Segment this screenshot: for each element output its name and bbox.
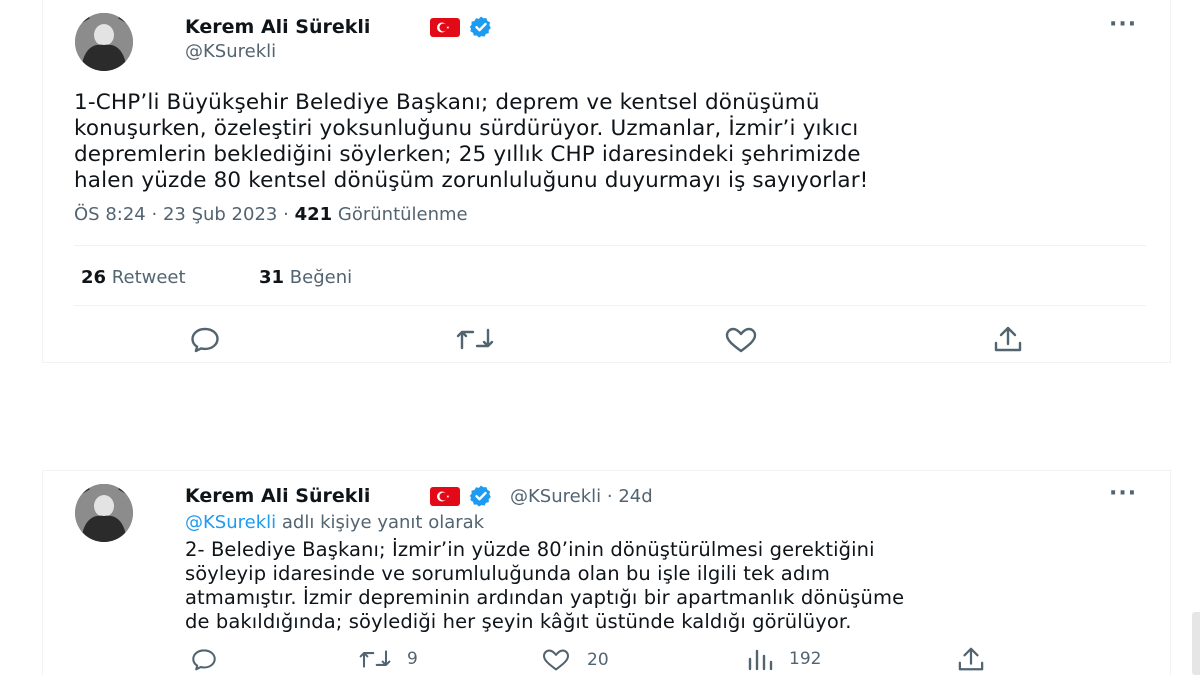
views-icon bbox=[748, 649, 773, 671]
like-icon bbox=[725, 327, 757, 353]
author-name[interactable]: Kerem Ali Sürekli bbox=[185, 485, 370, 507]
tweet-age[interactable]: 24d bbox=[618, 486, 652, 507]
like-icon bbox=[542, 649, 570, 671]
page: Kerem Ali Sürekli @KSurekli ··· 1-CHP’li… bbox=[0, 0, 1200, 675]
retweet-count: 9 bbox=[407, 649, 418, 669]
retweet-button[interactable]: 9 bbox=[357, 648, 418, 670]
divider bbox=[74, 245, 1146, 246]
share-icon bbox=[958, 647, 984, 671]
share-button[interactable] bbox=[991, 325, 1025, 353]
separator: · bbox=[151, 204, 158, 225]
reply-context-text: adlı kişiye yanıt olarak bbox=[281, 512, 485, 533]
reply-button[interactable] bbox=[188, 647, 220, 671]
tweet-time[interactable]: ÖS 8:24 bbox=[74, 204, 146, 225]
views-count: 192 bbox=[789, 649, 822, 669]
separator: · bbox=[283, 204, 289, 225]
author-handle-meta: @KSurekli · 24d bbox=[510, 486, 653, 507]
reply-icon bbox=[192, 649, 216, 671]
reply-mention-link[interactable]: @KSurekli bbox=[185, 512, 276, 533]
retweets-count: 26 bbox=[81, 267, 107, 288]
likes-label: Beğeni bbox=[289, 267, 353, 288]
tweet-meta: ÖS 8:24 · 23 Şub 2023 · 421 Görüntülenme bbox=[74, 204, 468, 225]
tweet-text-line: atmamıştır. İzmir depreminin ardından ya… bbox=[185, 586, 905, 609]
separator: · bbox=[606, 486, 613, 507]
tweet-text-line: konuşurken, özeleştiri yoksunluğunu sürd… bbox=[74, 116, 859, 141]
retweet-icon bbox=[359, 650, 391, 668]
tweet-text: 1-CHP’li Büyükşehir Belediye Başkanı; de… bbox=[74, 90, 868, 194]
divider bbox=[74, 305, 1146, 306]
tweet-detail-card: Kerem Ali Sürekli @KSurekli ··· 1-CHP’li… bbox=[42, 0, 1171, 363]
retweets-stat[interactable]: 26 Retweet bbox=[81, 267, 186, 288]
reply-icon bbox=[191, 327, 219, 353]
retweet-icon bbox=[456, 328, 494, 350]
more-options-icon[interactable]: ··· bbox=[1109, 12, 1137, 37]
tweet-text-line: 1-CHP’li Büyükşehir Belediye Başkanı; de… bbox=[74, 90, 820, 115]
tweet-text-line: de bakıldığında; söylediği her şeyin kâğ… bbox=[185, 610, 852, 633]
share-icon bbox=[994, 326, 1022, 352]
tweet-text-line: halen yüzde 80 kentsel dönüşüm zorunlulu… bbox=[74, 168, 869, 193]
retweet-button[interactable] bbox=[455, 326, 495, 352]
reply-context: @KSurekli adlı kişiye yanıt olarak bbox=[185, 512, 484, 533]
verified-badge-icon bbox=[469, 16, 491, 38]
retweets-label: Retweet bbox=[111, 267, 186, 288]
like-button[interactable]: 20 bbox=[539, 648, 609, 672]
avatar[interactable] bbox=[75, 484, 133, 542]
views-button[interactable]: 192 bbox=[745, 647, 821, 671]
tweet-date[interactable]: 23 Şub 2023 bbox=[163, 204, 277, 225]
turkish-flag-icon bbox=[430, 18, 460, 37]
verified-badge-icon bbox=[469, 485, 491, 507]
likes-count: 31 bbox=[259, 267, 285, 288]
avatar[interactable] bbox=[75, 13, 133, 71]
likes-stat[interactable]: 31 Beğeni bbox=[259, 267, 352, 288]
tweet-text-line: söyleyip idaresinde ve sorumluluğunda ol… bbox=[185, 562, 830, 585]
tweet-text-line: depremlerin beklediğini söylerken; 25 yı… bbox=[74, 142, 861, 167]
author-name[interactable]: Kerem Ali Sürekli bbox=[185, 16, 370, 38]
tweet-text-line: 2- Belediye Başkanı; İzmir’in yüzde 80’i… bbox=[185, 538, 875, 561]
share-button[interactable] bbox=[955, 646, 987, 672]
like-button[interactable] bbox=[723, 326, 759, 354]
tweet-reply-card[interactable]: Kerem Ali Sürekli @KSurekli · 24d ··· @K… bbox=[42, 470, 1171, 675]
views-count: 421 bbox=[294, 204, 333, 225]
reply-button[interactable] bbox=[188, 325, 222, 353]
scrollbar[interactable] bbox=[1192, 612, 1200, 675]
author-handle[interactable]: @KSurekli bbox=[510, 486, 601, 507]
author-handle[interactable]: @KSurekli bbox=[185, 41, 276, 62]
like-count: 20 bbox=[587, 650, 609, 670]
turkish-flag-icon bbox=[430, 487, 460, 506]
more-options-icon[interactable]: ··· bbox=[1109, 481, 1137, 506]
tweet-text: 2- Belediye Başkanı; İzmir’in yüzde 80’i… bbox=[185, 538, 904, 634]
views-label: Görüntülenme bbox=[337, 204, 468, 225]
